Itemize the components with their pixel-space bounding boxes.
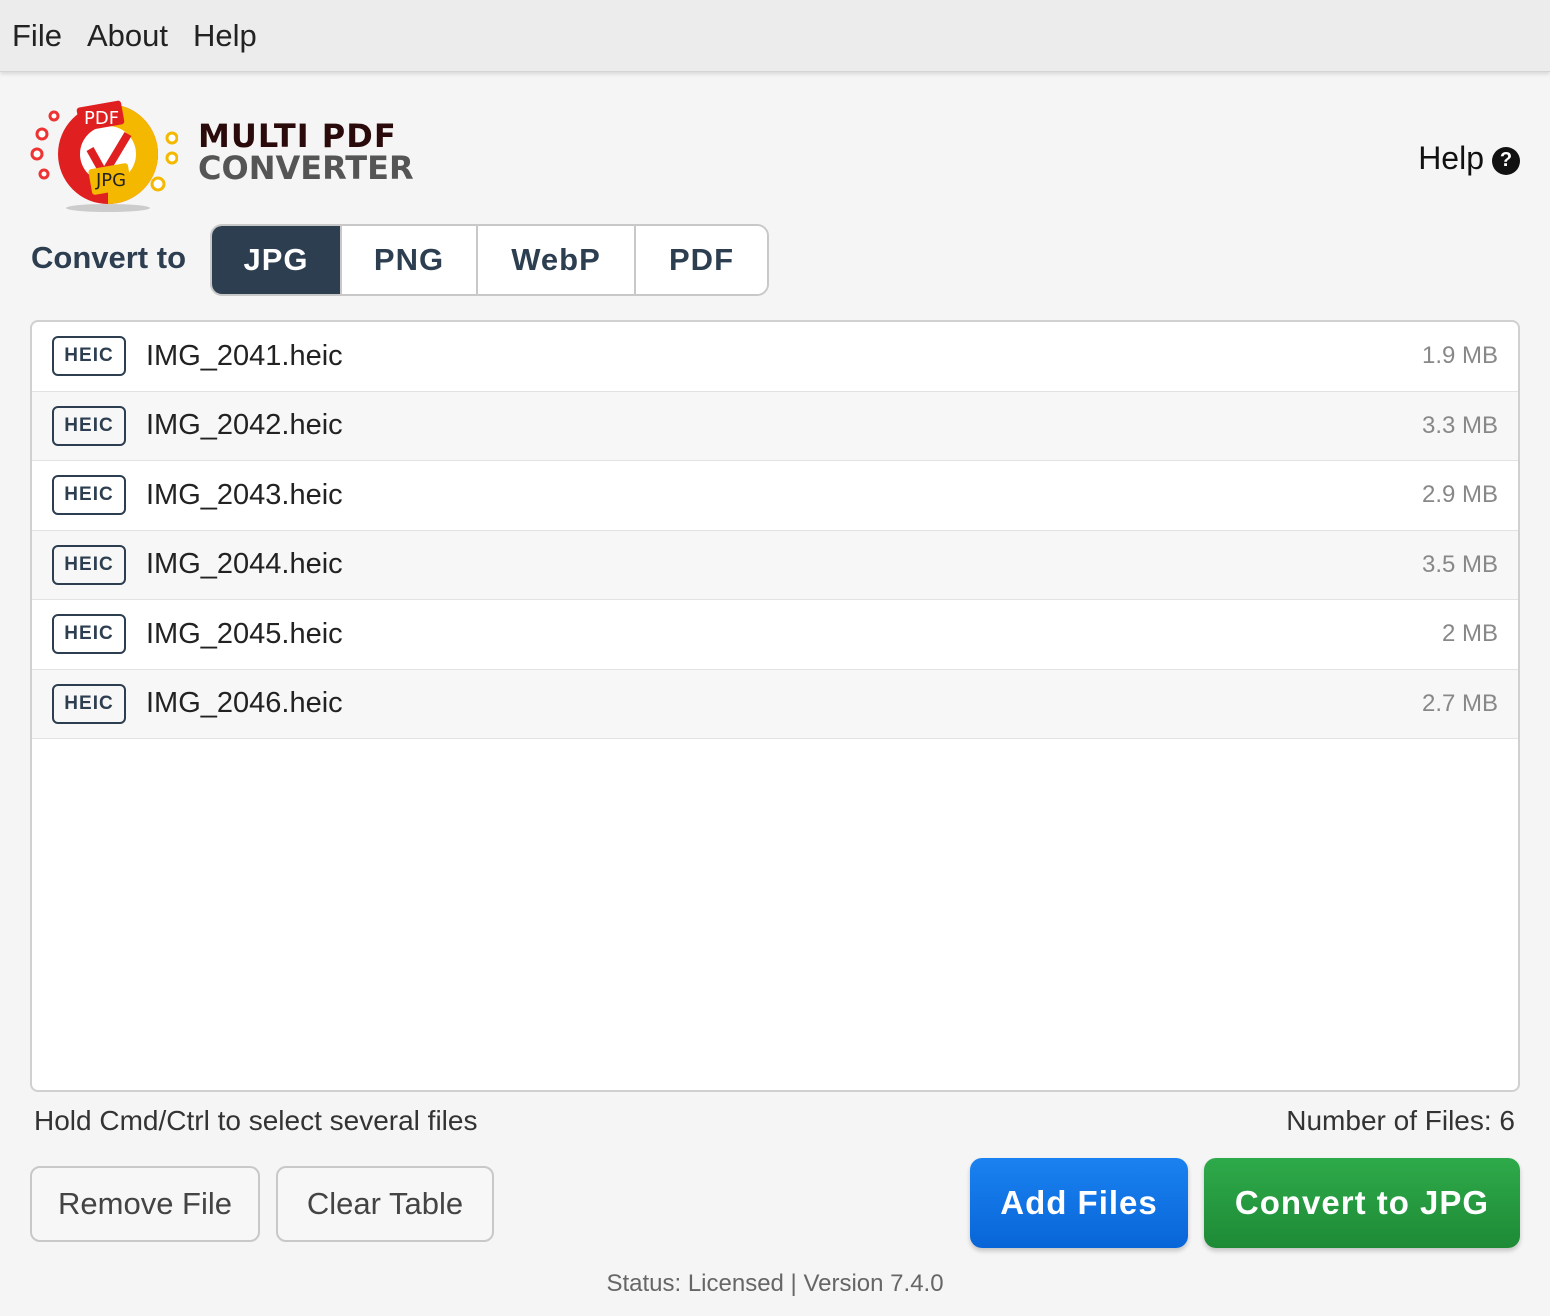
file-type-badge: HEIC [52, 475, 126, 516]
menu-about[interactable]: About [87, 18, 168, 54]
table-row[interactable]: HEIC IMG_2046.heic 2.7 MB [32, 669, 1518, 739]
menu-help[interactable]: Help [193, 18, 257, 54]
format-option-png[interactable]: PNG [342, 226, 478, 294]
clear-table-button[interactable]: Clear Table [276, 1166, 494, 1242]
file-type-badge: HEIC [52, 405, 126, 446]
svg-text:PDF: PDF [84, 108, 119, 129]
file-name: IMG_2042.heic [146, 409, 343, 442]
remove-file-button[interactable]: Remove File [30, 1166, 260, 1242]
question-circle-icon: ? [1492, 146, 1520, 175]
file-name: IMG_2043.heic [146, 478, 343, 511]
file-name: IMG_2041.heic [146, 339, 343, 372]
format-option-jpg[interactable]: JPG [212, 226, 342, 294]
format-option-webp[interactable]: WebP [478, 226, 636, 294]
brand-title-line2: CONVERTER [198, 149, 414, 187]
app-logo-icon: PDF JPG [30, 100, 178, 212]
brand-title-line1: MULTI PDF [198, 117, 397, 155]
file-size: 2 MB [1441, 620, 1498, 648]
convert-to-label: Convert to [31, 240, 186, 275]
file-table[interactable]: HEIC IMG_2041.heic 1.9 MB HEIC IMG_2042.… [30, 320, 1520, 1092]
file-size: 3.5 MB [1421, 550, 1498, 578]
svg-text:JPG: JPG [95, 170, 126, 191]
table-row[interactable]: HEIC IMG_2042.heic 3.3 MB [32, 391, 1518, 461]
file-count: Number of Files: 6 [1286, 1105, 1515, 1136]
file-size: 3.3 MB [1421, 411, 1498, 439]
selection-hint: Hold Cmd/Ctrl to select several files [34, 1105, 478, 1136]
format-option-pdf[interactable]: PDF [636, 226, 767, 294]
convert-button[interactable]: Convert to JPG [1204, 1158, 1520, 1248]
table-row[interactable]: HEIC IMG_2043.heic 2.9 MB [32, 461, 1518, 531]
file-type-badge: HEIC [52, 544, 126, 585]
file-name: IMG_2045.heic [146, 617, 343, 650]
add-files-button[interactable]: Add Files [970, 1158, 1188, 1248]
brand-title: MULTI PDF CONVERTER [198, 120, 414, 184]
file-size: 2.7 MB [1421, 689, 1498, 717]
help-link[interactable]: Help ? [1418, 140, 1520, 177]
file-name: IMG_2044.heic [146, 548, 343, 581]
file-size: 2.9 MB [1421, 481, 1498, 509]
file-name: IMG_2046.heic [146, 687, 343, 720]
table-row[interactable]: HEIC IMG_2041.heic 1.9 MB [32, 322, 1518, 392]
menu-bar: File About Help [0, 0, 1550, 72]
file-size: 1.9 MB [1421, 342, 1498, 370]
menu-file[interactable]: File [12, 18, 62, 54]
table-row[interactable]: HEIC IMG_2045.heic 2 MB [32, 600, 1518, 670]
file-type-badge: HEIC [52, 683, 126, 724]
help-link-label: Help [1418, 140, 1484, 176]
status-bar: Status: Licensed | Version 7.4.0 [606, 1270, 944, 1297]
file-type-badge: HEIC [52, 336, 126, 377]
file-type-badge: HEIC [52, 614, 126, 655]
format-segmented-control: JPG PNG WebP PDF [210, 224, 769, 296]
table-row[interactable]: HEIC IMG_2044.heic 3.5 MB [32, 530, 1518, 600]
